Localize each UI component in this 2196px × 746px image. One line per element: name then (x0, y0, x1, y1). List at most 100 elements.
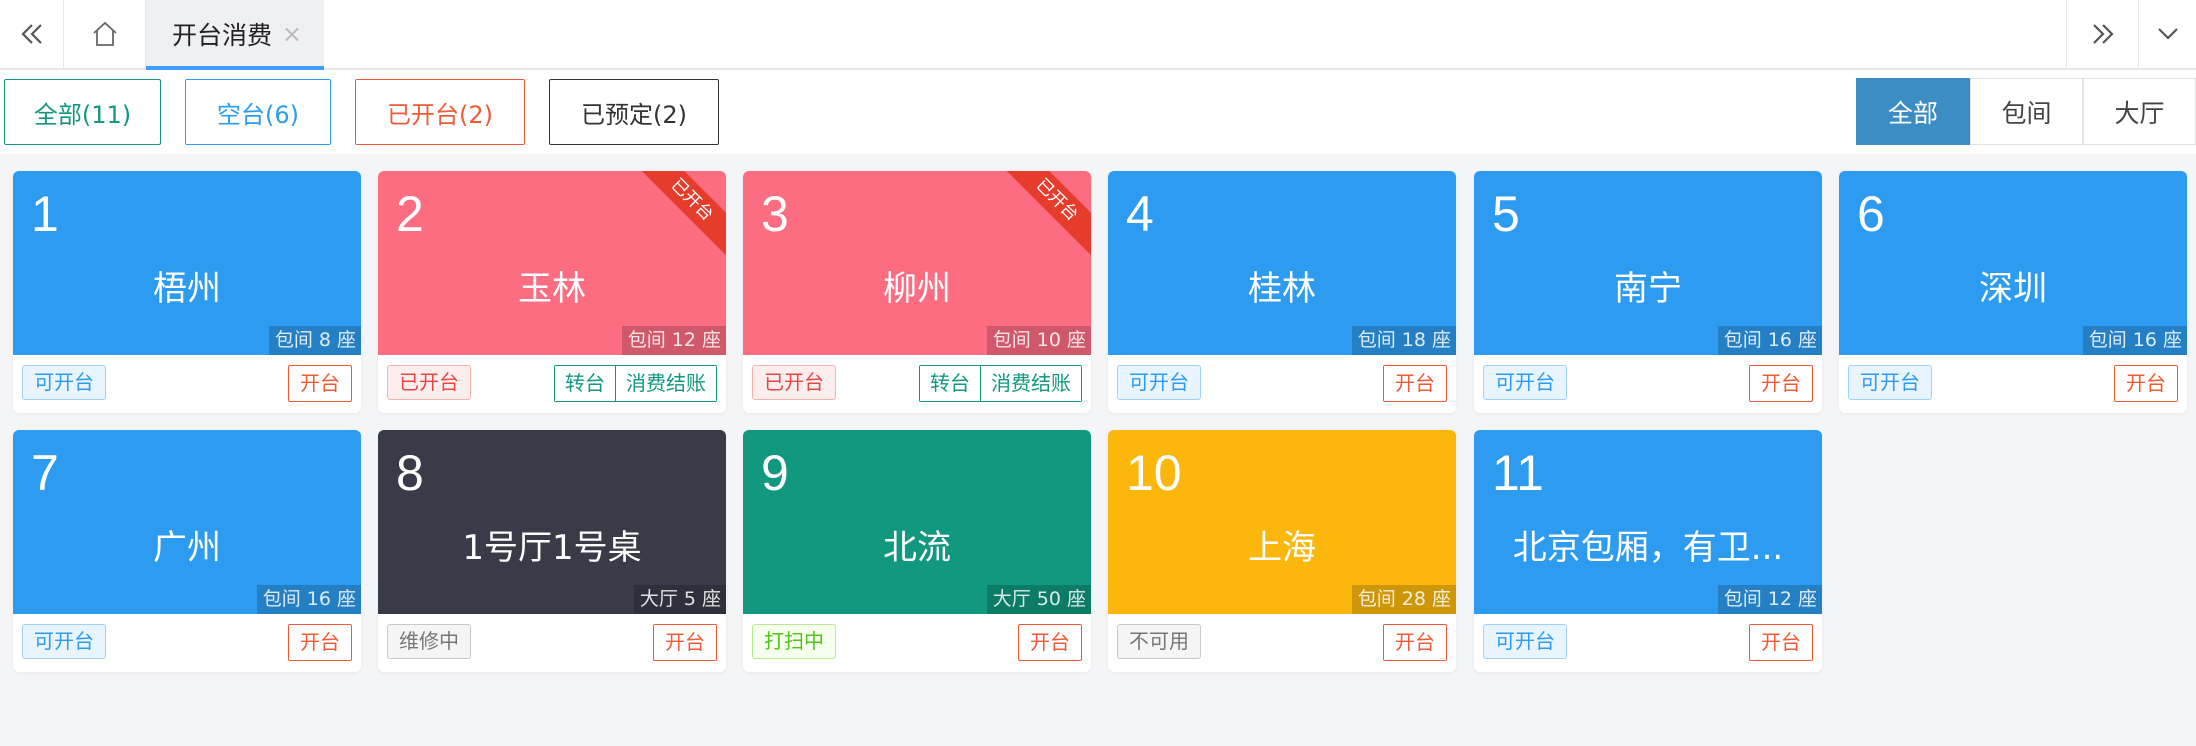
transfer-table-button[interactable]: 转台 (920, 366, 980, 401)
chevron-down-icon (2157, 28, 2178, 40)
table-card-header: 11 北京包厢，有卫... 包间 12 座 (1474, 430, 1822, 614)
status-badge: 可开台 (1483, 624, 1567, 659)
scroll-tabs-left-button[interactable] (0, 0, 64, 68)
table-capacity: 包间 16 座 (2082, 326, 2187, 355)
table-card-header: 8 1号厅1号桌 大厅 5 座 (378, 430, 726, 614)
status-badge: 已开台 (752, 365, 836, 400)
table-number: 6 (1857, 186, 1885, 242)
table-card-header: 7 广州 包间 16 座 (13, 430, 361, 614)
table-card[interactable]: 8 1号厅1号桌 大厅 5 座 维修中 开台 (378, 430, 726, 672)
checkout-button[interactable]: 消费结账 (615, 366, 716, 401)
table-name: 深圳 (1979, 269, 2047, 309)
table-card-header: 4 桂林 包间 18 座 (1108, 171, 1456, 355)
open-table-button[interactable]: 开台 (1383, 365, 1447, 402)
open-table-button[interactable]: 开台 (1383, 624, 1447, 661)
table-card-footer: 可开台 开台 (13, 614, 361, 672)
double-chevron-left-icon (20, 24, 42, 44)
open-table-button[interactable]: 开台 (288, 365, 352, 402)
home-icon (92, 21, 117, 46)
table-card-footer: 可开台 开台 (1108, 355, 1456, 413)
table-capacity: 包间 12 座 (621, 326, 726, 355)
table-capacity: 包间 28 座 (1351, 585, 1456, 614)
table-capacity: 包间 12 座 (1717, 585, 1822, 614)
open-table-button[interactable]: 开台 (1018, 624, 1082, 661)
tab-menu-button[interactable] (2138, 0, 2196, 68)
table-name: 北京包厢，有卫... (1512, 528, 1784, 568)
status-badge: 可开台 (1117, 365, 1201, 400)
table-capacity: 包间 16 座 (256, 585, 361, 614)
table-number: 3 (761, 186, 789, 242)
open-table-button[interactable]: 开台 (1749, 365, 1813, 402)
table-card-footer: 可开台 开台 (1474, 355, 1822, 413)
table-name: 桂林 (1248, 269, 1316, 309)
table-capacity: 包间 8 座 (268, 326, 361, 355)
table-card-footer: 可开台 开台 (1474, 614, 1822, 672)
table-card[interactable]: 2 玉林 包间 12 座 已开台 已开台 转台 消费结账 (378, 171, 726, 413)
scroll-tabs-right-button[interactable] (2066, 0, 2138, 68)
table-card-footer: 不可用 开台 (1108, 614, 1456, 672)
status-badge: 可开台 (1848, 365, 1932, 400)
open-table-button[interactable]: 开台 (1749, 624, 1813, 661)
table-number: 2 (396, 186, 424, 242)
table-card[interactable]: 11 北京包厢，有卫... 包间 12 座 可开台 开台 (1474, 430, 1822, 672)
double-chevron-right-icon (2092, 24, 2114, 44)
table-card-footer: 已开台 转台 消费结账 (378, 355, 726, 413)
table-name: 南宁 (1614, 269, 1682, 309)
table-card-footer: 可开台 开台 (13, 355, 361, 413)
table-number: 10 (1126, 445, 1182, 501)
filter-opened-button[interactable]: 已开台(2) (355, 79, 525, 145)
filter-bar: 全部(11) 空台(6) 已开台(2) 已预定(2) 全部 包间 大厅 (0, 70, 2196, 154)
filter-booked-button[interactable]: 已预定(2) (549, 79, 719, 145)
close-icon[interactable]: × (282, 20, 302, 48)
tab-label: 开台消费 (172, 21, 273, 50)
filter-all-button[interactable]: 全部(11) (4, 79, 161, 145)
segment-private-room[interactable]: 包间 (1970, 78, 2083, 145)
table-card-header: 1 梧州 包间 8 座 (13, 171, 361, 355)
table-card-footer: 已开台 转台 消费结账 (743, 355, 1091, 413)
status-badge: 维修中 (387, 624, 471, 659)
table-number: 4 (1126, 186, 1154, 242)
table-card[interactable]: 3 柳州 包间 10 座 已开台 已开台 转台 消费结账 (743, 171, 1091, 413)
table-capacity: 大厅 5 座 (633, 585, 726, 614)
table-number: 8 (396, 445, 424, 501)
table-number: 5 (1492, 186, 1520, 242)
table-card[interactable]: 1 梧州 包间 8 座 可开台 开台 (13, 171, 361, 413)
home-tab[interactable] (64, 0, 146, 68)
status-badge: 已开台 (387, 365, 471, 400)
table-card-header: 6 深圳 包间 16 座 (1839, 171, 2187, 355)
tab-bar: 开台消费 × (0, 0, 2196, 70)
status-badge: 可开台 (22, 624, 106, 659)
opened-ribbon: 已开台 (996, 171, 1091, 261)
open-table-button[interactable]: 开台 (2114, 365, 2178, 402)
filter-empty-button[interactable]: 空台(6) (185, 79, 331, 145)
segment-hall[interactable]: 大厅 (2083, 78, 2196, 145)
table-card[interactable]: 7 广州 包间 16 座 可开台 开台 (13, 430, 361, 672)
table-capacity: 包间 16 座 (1717, 326, 1822, 355)
table-card-footer: 可开台 开台 (1839, 355, 2187, 413)
table-card[interactable]: 5 南宁 包间 16 座 可开台 开台 (1474, 171, 1822, 413)
tab-kaitai-xiaofei[interactable]: 开台消费 × (146, 0, 324, 70)
opened-ribbon: 已开台 (631, 171, 726, 261)
table-card-footer: 打扫中 开台 (743, 614, 1091, 672)
table-card[interactable]: 9 北流 大厅 50 座 打扫中 开台 (743, 430, 1091, 672)
table-card-header: 2 玉林 包间 12 座 已开台 (378, 171, 726, 355)
checkout-button[interactable]: 消费结账 (980, 366, 1081, 401)
status-badge: 可开台 (22, 365, 106, 400)
table-card-footer: 维修中 开台 (378, 614, 726, 672)
open-table-button[interactable]: 开台 (653, 624, 717, 661)
table-card[interactable]: 6 深圳 包间 16 座 可开台 开台 (1839, 171, 2187, 413)
status-badge: 不可用 (1117, 624, 1201, 659)
table-capacity: 大厅 50 座 (986, 585, 1091, 614)
table-capacity: 包间 10 座 (986, 326, 1091, 355)
table-number: 11 (1492, 445, 1544, 501)
segment-all[interactable]: 全部 (1856, 78, 1970, 145)
table-action-group: 转台 消费结账 (554, 365, 717, 402)
transfer-table-button[interactable]: 转台 (555, 366, 615, 401)
table-name: 1号厅1号桌 (462, 528, 642, 568)
table-card[interactable]: 10 上海 包间 28 座 不可用 开台 (1108, 430, 1456, 672)
table-card[interactable]: 4 桂林 包间 18 座 可开台 开台 (1108, 171, 1456, 413)
table-number: 9 (761, 445, 789, 501)
table-capacity: 包间 18 座 (1351, 326, 1456, 355)
table-name: 北流 (883, 528, 951, 568)
open-table-button[interactable]: 开台 (288, 624, 352, 661)
